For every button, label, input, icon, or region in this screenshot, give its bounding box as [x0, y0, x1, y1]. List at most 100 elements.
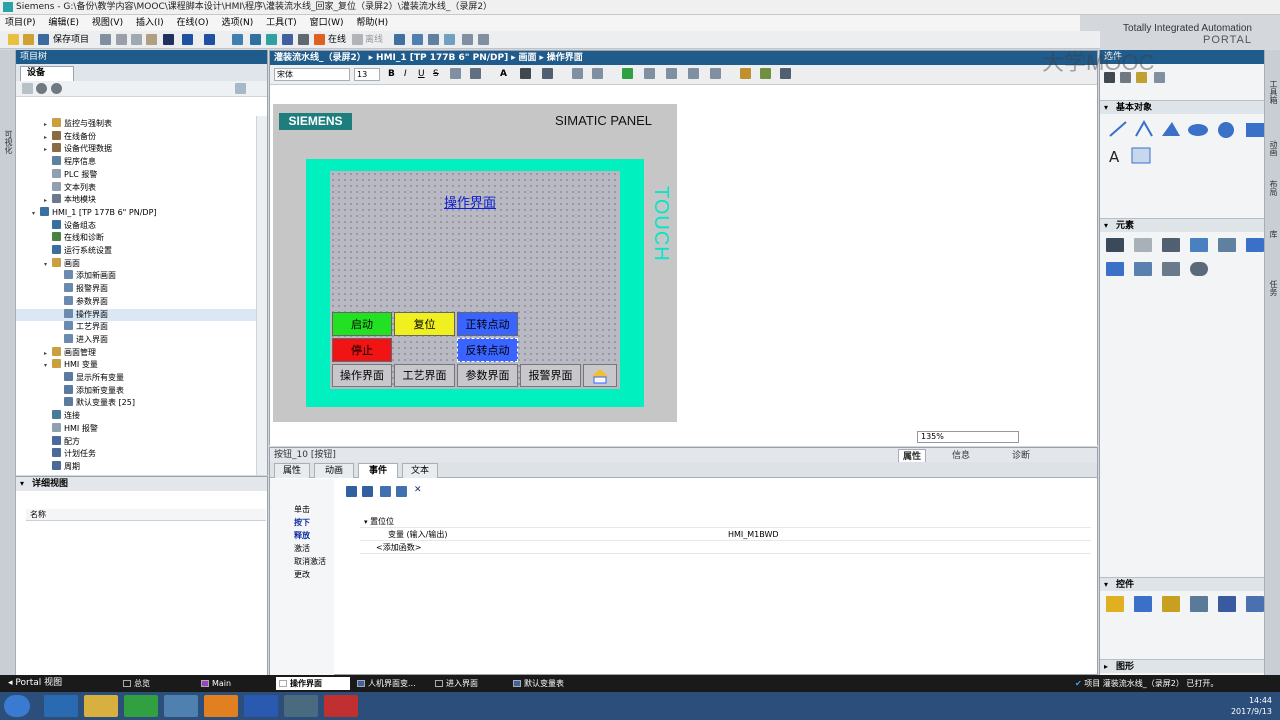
save-icon[interactable]: [38, 34, 49, 45]
tab-main[interactable]: Main: [198, 677, 272, 690]
section-elements[interactable]: ▾ 元素: [1100, 218, 1265, 232]
tab-libraries[interactable]: 库: [1268, 230, 1279, 238]
list-icon[interactable]: [396, 486, 407, 497]
tree-item[interactable]: ▾ 画面: [16, 257, 256, 270]
portal-view-link[interactable]: ◂ Portal 视图: [8, 675, 62, 692]
bar-icon[interactable]: [1246, 238, 1264, 252]
underline-button[interactable]: U: [418, 68, 425, 80]
go-offline-button[interactable]: 离线: [365, 34, 383, 46]
tab-hmi-tags[interactable]: 人机界面变...: [354, 677, 428, 690]
home-button[interactable]: [583, 364, 617, 387]
new-project-icon[interactable]: [8, 34, 19, 45]
tab-animations[interactable]: 动画: [314, 463, 354, 478]
media-icon[interactable]: [124, 695, 158, 717]
network-icon[interactable]: [164, 695, 198, 717]
expand-arrow-icon[interactable]: ▸: [44, 195, 52, 207]
font-size-up-icon[interactable]: [450, 68, 461, 79]
font-family-select[interactable]: 宋体: [274, 68, 350, 81]
menu-item-online[interactable]: 在线(O): [172, 15, 214, 31]
project-tree-scrollbar[interactable]: [256, 116, 267, 475]
tree-item[interactable]: 报警界面: [16, 283, 256, 295]
ie-icon[interactable]: [44, 695, 78, 717]
menu-item-help[interactable]: 帮助(H): [351, 15, 393, 31]
align-icon[interactable]: [470, 68, 481, 79]
align-left-icon[interactable]: [666, 68, 677, 79]
tab-events[interactable]: 事件: [358, 463, 398, 478]
compile-icon[interactable]: [250, 34, 261, 45]
tree-item[interactable]: ▸ 画面管理: [16, 346, 256, 360]
tree-item[interactable]: 工艺界面: [16, 321, 256, 333]
tab-properties[interactable]: 属性: [274, 463, 310, 478]
nav-parameter-button[interactable]: 参数界面: [457, 364, 518, 387]
go-offline-icon[interactable]: [352, 34, 363, 45]
reset-button[interactable]: 复位: [394, 312, 455, 336]
tab-tasks[interactable]: 任务: [1268, 280, 1279, 296]
tia-portal-icon[interactable]: [284, 695, 318, 717]
breadcrumb-device[interactable]: HMI_1 [TP 177B 6" PN/DP]: [376, 53, 508, 63]
function-row[interactable]: ▾ 置位位: [360, 516, 1091, 528]
slider-icon[interactable]: [1162, 262, 1180, 276]
print-icon[interactable]: [100, 34, 111, 45]
sm-diagnostics-icon[interactable]: [1246, 596, 1264, 612]
expand-arrow-icon[interactable]: ▾: [32, 208, 40, 220]
date-time-icon[interactable]: [1218, 238, 1236, 252]
nav-process-button[interactable]: 工艺界面: [394, 364, 455, 387]
zoom-icon[interactable]: [780, 68, 791, 79]
inspector-info-tab[interactable]: 信息: [952, 449, 970, 463]
go-online-button[interactable]: 在线: [328, 34, 346, 46]
tab-layout[interactable]: 布局: [1268, 180, 1279, 196]
tree-item[interactable]: HMI 报警: [16, 422, 256, 435]
expand-icon[interactable]: ▾: [364, 518, 368, 526]
recorder-icon[interactable]: [324, 695, 358, 717]
graphic-io-icon[interactable]: [1190, 238, 1208, 252]
paste-icon[interactable]: [146, 34, 157, 45]
rotate-icon[interactable]: [644, 68, 655, 79]
font-size-select[interactable]: 13: [354, 68, 380, 81]
tab-texts[interactable]: 文本: [402, 463, 438, 478]
copy-icon[interactable]: [131, 34, 142, 45]
breadcrumb-screen[interactable]: 操作界面: [547, 53, 583, 63]
tree-item[interactable]: 添加新画面: [16, 270, 256, 282]
remove-function-icon[interactable]: ✕: [414, 484, 422, 496]
tree-item[interactable]: ▸ 在线备份: [16, 130, 256, 144]
event-change[interactable]: 更改: [294, 569, 310, 581]
tree-item[interactable]: 配方: [16, 435, 256, 448]
delete-icon[interactable]: [163, 34, 174, 45]
tree-item[interactable]: 文本列表: [16, 181, 256, 194]
tree-item[interactable]: 在线和诊断: [16, 232, 256, 244]
expand-arrow-icon[interactable]: ▾: [44, 360, 52, 372]
menu-item-insert[interactable]: 插入(I): [131, 15, 169, 31]
section-controls[interactable]: ▾ 控件: [1100, 577, 1265, 591]
event-deactivate[interactable]: 取消激活: [294, 556, 326, 568]
cross-ref-icon[interactable]: [444, 34, 455, 45]
split-editor-icon[interactable]: [232, 34, 243, 45]
italic-button[interactable]: I: [404, 68, 407, 80]
trend-view-icon[interactable]: [1134, 596, 1152, 612]
breadcrumb-screens[interactable]: 画面: [518, 53, 536, 63]
explorer-icon[interactable]: [84, 695, 118, 717]
same-size-icon[interactable]: [710, 68, 721, 79]
distribute-icon[interactable]: [688, 68, 699, 79]
parameter-value[interactable]: HMI_M1BWD: [728, 529, 779, 541]
tab-toolbox[interactable]: 工具箱: [1268, 80, 1279, 104]
expand-arrow-icon[interactable]: ▸: [44, 348, 52, 360]
stop-cpu-icon[interactable]: [428, 34, 439, 45]
tree-item[interactable]: 操作界面: [16, 308, 256, 321]
expand-arrow-icon[interactable]: ▸: [44, 132, 52, 144]
save-project-button[interactable]: 保存项目: [53, 34, 89, 46]
expand-arrow-icon[interactable]: ▸: [44, 144, 52, 156]
split-horizontal-icon[interactable]: [462, 34, 473, 45]
add-function-row[interactable]: <添加函数>: [360, 542, 1091, 554]
section-graphics[interactable]: ▸ 图形: [1100, 659, 1265, 673]
forward-icon[interactable]: [51, 83, 62, 94]
menu-item-options[interactable]: 选项(N): [217, 15, 259, 31]
inspector-diagnostics-tab[interactable]: 诊断: [1012, 449, 1030, 463]
collapse-icon[interactable]: ▾: [20, 477, 24, 491]
move-up-icon[interactable]: [346, 486, 357, 497]
button-tool-icon[interactable]: [1134, 238, 1152, 252]
user-view-icon[interactable]: [1162, 596, 1180, 612]
app-g-icon[interactable]: [204, 695, 238, 717]
tab-operation-screen[interactable]: 操作界面: [276, 677, 350, 690]
tab-default-tags[interactable]: 默认变量表: [510, 677, 584, 690]
start-cpu-icon[interactable]: [412, 34, 423, 45]
